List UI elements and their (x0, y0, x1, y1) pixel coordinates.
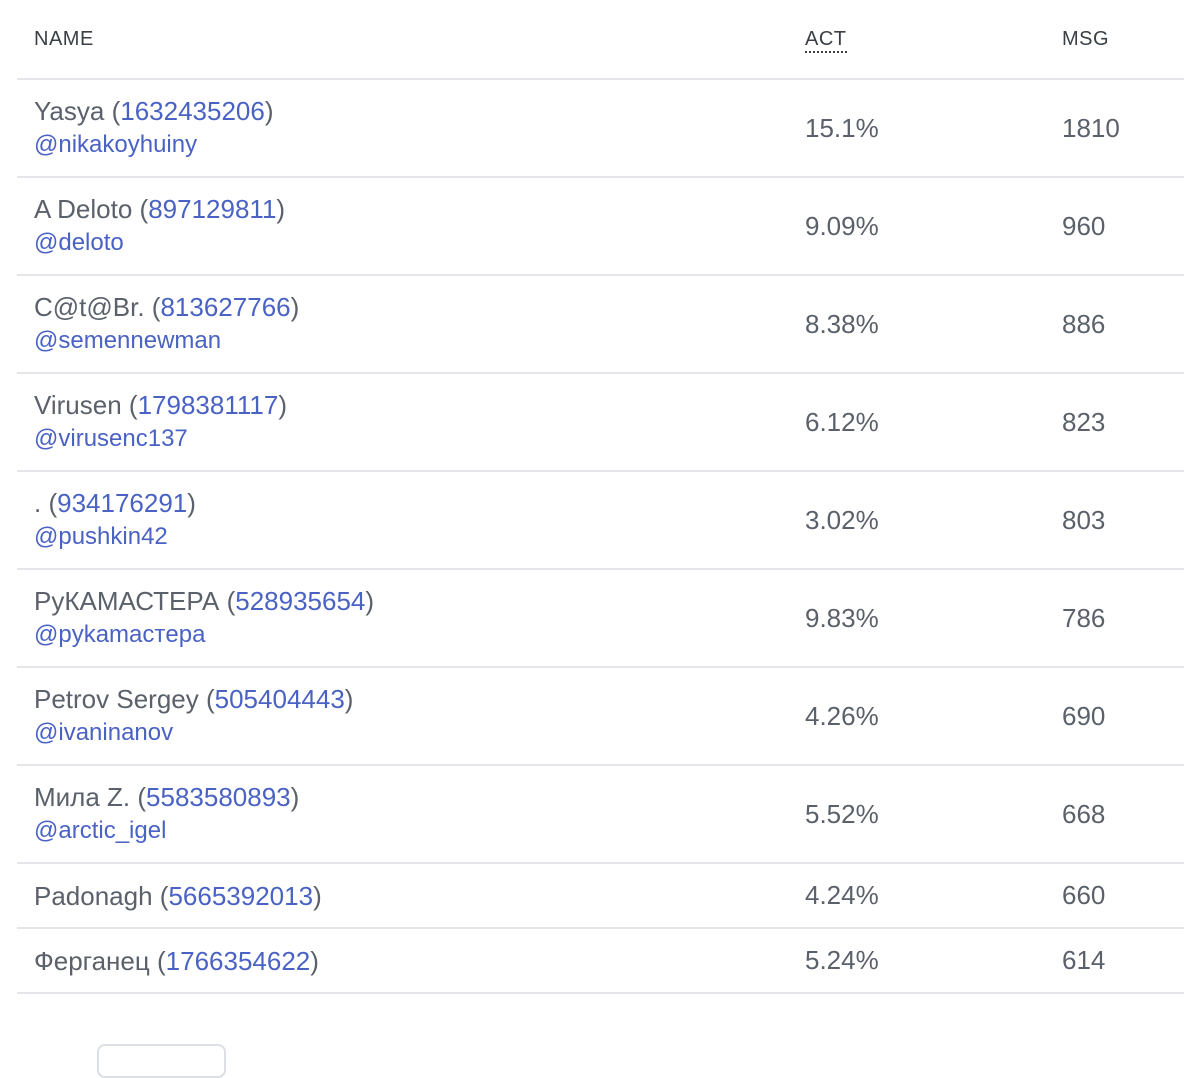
user-display-name: A Deloto (34, 194, 133, 224)
username-link[interactable]: @pykamacтepa (34, 618, 805, 652)
act-value: 8.38% (805, 275, 1062, 374)
user-cell: Petrov Sergey (505404443) @ivaninanov (17, 667, 805, 766)
user-id-link[interactable]: 5665392013 (168, 881, 313, 911)
username-link[interactable]: @semennewman (34, 324, 805, 358)
table-row: A Deloto (897129811) @deloto 9.09% 960 (17, 177, 1184, 276)
column-header-msg[interactable]: MSG (1062, 0, 1184, 80)
table-row: C@t@Br. (813627766) @semennewman 8.38% 8… (17, 275, 1184, 374)
user-display-name: Yasya (34, 96, 105, 126)
msg-value: 786 (1062, 569, 1184, 668)
table-row: Ферганец (1766354622) 5.24% 614 (17, 928, 1184, 994)
user-id-link[interactable]: 1766354622 (166, 946, 311, 976)
act-value: 6.12% (805, 373, 1062, 472)
table-row: Petrov Sergey (505404443) @ivaninanov 4.… (17, 667, 1184, 766)
user-id-link[interactable]: 1798381117 (138, 390, 279, 420)
user-display-name: Ферганец (34, 945, 150, 976)
user-display-name: Virusen (34, 390, 122, 420)
table-row: Мила Z. (5583580893) @arctic_igel 5.52% … (17, 765, 1184, 864)
user-activity-table: NAME ACT MSG Yasya (1632435206) @nikakoy… (17, 0, 1184, 994)
user-id-link[interactable]: 5583580893 (146, 782, 291, 812)
msg-value: 823 (1062, 373, 1184, 472)
stats-panel: NAME ACT MSG Yasya (1632435206) @nikakoy… (0, 0, 1184, 1078)
username-link[interactable]: @deloto (34, 226, 805, 260)
act-value: 9.09% (805, 177, 1062, 276)
username-link[interactable]: @ivaninanov (34, 716, 805, 750)
user-display-name: C@t@Br. (34, 292, 145, 322)
act-value: 3.02% (805, 471, 1062, 570)
user-cell: Yasya (1632435206) @nikakoyhuiny (17, 79, 805, 178)
user-cell: Ферганец (1766354622) (17, 928, 805, 994)
act-abbreviation[interactable]: ACT (805, 27, 847, 53)
table-row: Virusen (1798381117) @virusenc137 6.12% … (17, 373, 1184, 472)
msg-value: 960 (1062, 177, 1184, 276)
act-value: 4.26% (805, 667, 1062, 766)
table-row: Padonagh (5665392013) 4.24% 660 (17, 863, 1184, 929)
user-cell: A Deloto (897129811) @deloto (17, 177, 805, 276)
user-display-name: Padonagh (34, 880, 153, 911)
act-value: 5.52% (805, 765, 1062, 864)
msg-value: 660 (1062, 863, 1184, 929)
column-header-act[interactable]: ACT (805, 0, 1062, 80)
msg-value: 668 (1062, 765, 1184, 864)
table-row: . (934176291) @pushkin42 3.02% 803 (17, 471, 1184, 570)
msg-value: 690 (1062, 667, 1184, 766)
msg-value: 803 (1062, 471, 1184, 570)
table-row: РуКАМАСТЕРА (528935654) @pykamacтepa 9.8… (17, 569, 1184, 668)
username-link[interactable]: @nikakoyhuiny (34, 128, 805, 162)
user-cell: Virusen (1798381117) @virusenc137 (17, 373, 805, 472)
user-cell: Мила Z. (5583580893) @arctic_igel (17, 765, 805, 864)
act-value: 4.24% (805, 863, 1062, 929)
act-value: 5.24% (805, 928, 1062, 994)
user-cell: C@t@Br. (813627766) @semennewman (17, 275, 805, 374)
user-id-link[interactable]: 934176291 (57, 488, 187, 518)
user-cell: РуКАМАСТЕРА (528935654) @pykamacтepa (17, 569, 805, 668)
user-id-link[interactable]: 505404443 (215, 684, 345, 714)
act-value: 9.83% (805, 569, 1062, 668)
msg-value: 614 (1062, 928, 1184, 994)
user-id-link[interactable]: 528935654 (235, 586, 365, 616)
msg-value: 1810 (1062, 79, 1184, 178)
act-value: 15.1% (805, 79, 1062, 178)
table-row: Yasya (1632435206) @nikakoyhuiny 15.1% 1… (17, 79, 1184, 178)
username-link[interactable]: @pushkin42 (34, 520, 805, 554)
user-cell: Padonagh (5665392013) (17, 863, 805, 929)
user-display-name: . (34, 488, 42, 518)
username-link[interactable]: @virusenc137 (34, 422, 805, 456)
column-header-name[interactable]: NAME (17, 0, 805, 80)
user-display-name: Мила Z. (34, 782, 131, 812)
user-cell: . (934176291) @pushkin42 (17, 471, 805, 570)
user-id-link[interactable]: 897129811 (148, 194, 276, 224)
user-id-link[interactable]: 813627766 (160, 292, 290, 322)
table-header-row: NAME ACT MSG (17, 0, 1184, 80)
msg-value: 886 (1062, 275, 1184, 374)
user-display-name: РуКАМАСТЕРА (34, 586, 220, 616)
page-size-select[interactable] (97, 1044, 226, 1078)
username-link[interactable]: @arctic_igel (34, 814, 805, 848)
user-id-link[interactable]: 1632435206 (120, 96, 265, 126)
user-display-name: Petrov Sergey (34, 684, 199, 714)
